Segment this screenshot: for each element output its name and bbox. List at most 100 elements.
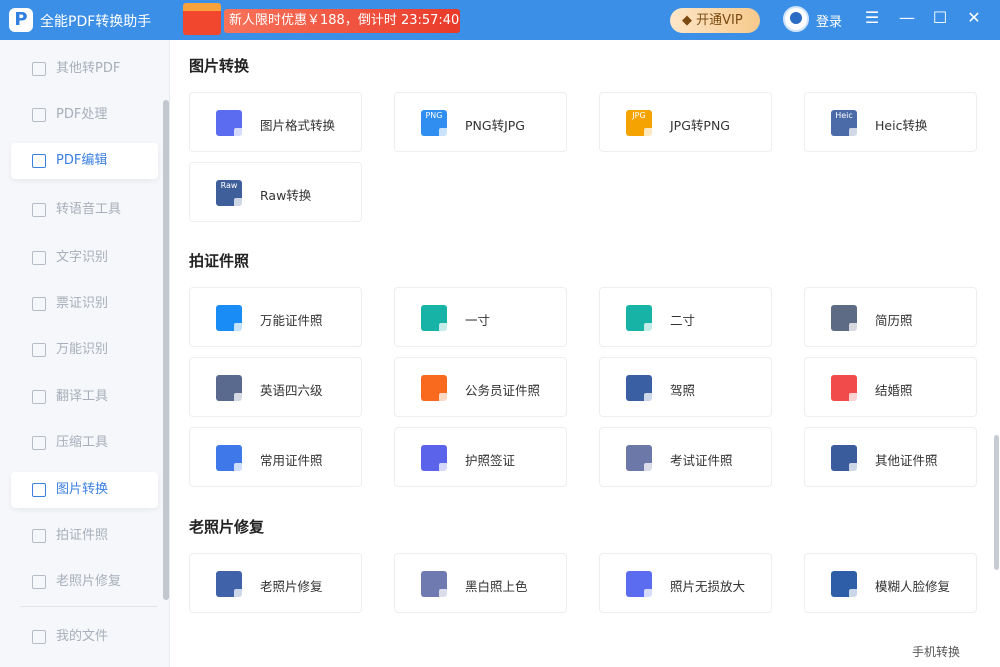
tool-icon: Heic	[831, 110, 860, 139]
sidebar-item[interactable]: 票证识别	[11, 286, 158, 322]
tool-icon	[32, 108, 46, 122]
tool-label: 护照签证	[465, 453, 516, 468]
gift-icon[interactable]	[183, 3, 221, 35]
tool-icon	[831, 305, 860, 334]
tool-label: 英语四六级	[260, 383, 323, 398]
tool-label: PNG转JPG	[465, 118, 525, 133]
tool-icon	[32, 483, 46, 497]
tool-icon	[32, 62, 46, 76]
tool-card[interactable]: 护照签证	[394, 427, 567, 487]
sidebar-item-label: 老照片修复	[56, 574, 122, 589]
sidebar-item[interactable]: 图片转换	[11, 472, 158, 508]
sidebar-item[interactable]: 老照片修复	[11, 564, 158, 600]
promo-banner[interactable]: 新人限时优惠￥188，倒计时 23:57:40	[224, 9, 460, 33]
sidebar-item-label: 其他转PDF	[56, 61, 121, 76]
tool-icon	[626, 305, 655, 334]
sidebar-item[interactable]: 文字识别	[11, 240, 158, 276]
menu-icon[interactable]: ☰	[862, 8, 882, 27]
sidebar-item-label: 图片转换	[56, 482, 109, 497]
tool-card[interactable]: 考试证件照	[599, 427, 772, 487]
tool-icon	[421, 445, 450, 474]
icon-badge: JPG	[632, 111, 646, 120]
folder-icon	[32, 630, 46, 644]
tool-card[interactable]: 黑白照上色	[394, 553, 567, 613]
vip-button[interactable]: ◆ 开通VIP	[670, 8, 760, 33]
tool-card[interactable]: PNG PNG转JPG	[394, 92, 567, 152]
tool-icon	[32, 575, 46, 589]
tool-label: 图片格式转换	[260, 118, 336, 133]
tool-label: 公务员证件照	[465, 383, 541, 398]
section-title: 老照片修复	[189, 518, 265, 536]
tool-label: 二寸	[670, 313, 696, 328]
tool-icon	[216, 571, 245, 600]
tool-card[interactable]: Raw Raw转换	[189, 162, 362, 222]
tool-card[interactable]: 公务员证件照	[394, 357, 567, 417]
tool-icon	[216, 375, 245, 404]
sidebar-item[interactable]: 翻译工具	[11, 379, 158, 415]
tool-icon	[32, 251, 46, 265]
tool-card[interactable]: 英语四六级	[189, 357, 362, 417]
close-icon[interactable]: ✕	[964, 8, 984, 27]
sidebar-item[interactable]: PDF编辑	[11, 143, 158, 179]
tool-card[interactable]: 简历照	[804, 287, 977, 347]
tool-card[interactable]: 图片格式转换	[189, 92, 362, 152]
tool-icon	[32, 154, 46, 168]
tool-card[interactable]: 结婚照	[804, 357, 977, 417]
tool-label: 考试证件照	[670, 453, 733, 468]
tool-card[interactable]: 其他证件照	[804, 427, 977, 487]
tool-icon	[626, 375, 655, 404]
tool-icon	[216, 110, 245, 139]
tool-card[interactable]: JPG JPG转PNG	[599, 92, 772, 152]
sidebar-item[interactable]: 其他转PDF	[11, 51, 158, 87]
tool-card[interactable]: 常用证件照	[189, 427, 362, 487]
tool-card[interactable]: 一寸	[394, 287, 567, 347]
sidebar-item-label: 压缩工具	[56, 435, 109, 450]
tool-icon	[32, 436, 46, 450]
sidebar-item-label: 转语音工具	[56, 202, 122, 217]
section-title: 图片转换	[189, 57, 250, 75]
tool-card[interactable]: 二寸	[599, 287, 772, 347]
main-scrollbar[interactable]	[994, 435, 999, 570]
sidebar-item-label: PDF编辑	[56, 153, 108, 168]
sidebar-item[interactable]: 转语音工具	[11, 192, 158, 228]
tool-label: 驾照	[670, 383, 696, 398]
tool-card[interactable]: 照片无损放大	[599, 553, 772, 613]
tool-label: 万能证件照	[260, 313, 323, 328]
sidebar-scrollbar[interactable]	[163, 100, 169, 600]
tool-icon	[32, 390, 46, 404]
tool-icon	[32, 529, 46, 543]
sidebar-item[interactable]: PDF处理	[11, 97, 158, 133]
icon-badge: Raw	[220, 181, 238, 190]
sidebar-item-label: 翻译工具	[56, 389, 109, 404]
maximize-icon[interactable]: ☐	[930, 8, 950, 27]
tool-icon: JPG	[626, 110, 655, 139]
tool-label: JPG转PNG	[670, 118, 730, 133]
tool-card[interactable]: 驾照	[599, 357, 772, 417]
mobile-convert-link[interactable]: 手机转换	[912, 643, 960, 660]
tool-label: 老照片修复	[260, 579, 323, 594]
sidebar-item[interactable]: 拍证件照	[11, 518, 158, 554]
sidebar-item-my-files[interactable]: 我的文件	[11, 619, 158, 655]
minimize-icon[interactable]: —	[897, 8, 917, 27]
tool-icon	[626, 571, 655, 600]
tool-card[interactable]: Heic Heic转换	[804, 92, 977, 152]
tool-card[interactable]: 老照片修复	[189, 553, 362, 613]
tool-label: Heic转换	[875, 118, 928, 133]
diamond-icon: ◆	[682, 13, 697, 28]
tool-label: 简历照	[875, 313, 913, 328]
tool-icon: PNG	[421, 110, 450, 139]
tool-icon	[421, 571, 450, 600]
tool-card[interactable]: 万能证件照	[189, 287, 362, 347]
app-title: 全能PDF转换助手	[40, 14, 152, 30]
avatar[interactable]	[783, 6, 809, 32]
tool-label: 结婚照	[875, 383, 913, 398]
sidebar-item-label: 万能识别	[56, 342, 109, 357]
sidebar-item[interactable]: 万能识别	[11, 332, 158, 368]
tool-icon	[421, 305, 450, 334]
tool-icon	[32, 203, 46, 217]
login-button[interactable]: 登录	[816, 11, 842, 30]
tool-icon	[831, 445, 860, 474]
tool-icon	[421, 375, 450, 404]
sidebar-item[interactable]: 压缩工具	[11, 425, 158, 461]
tool-card[interactable]: 模糊人脸修复	[804, 553, 977, 613]
